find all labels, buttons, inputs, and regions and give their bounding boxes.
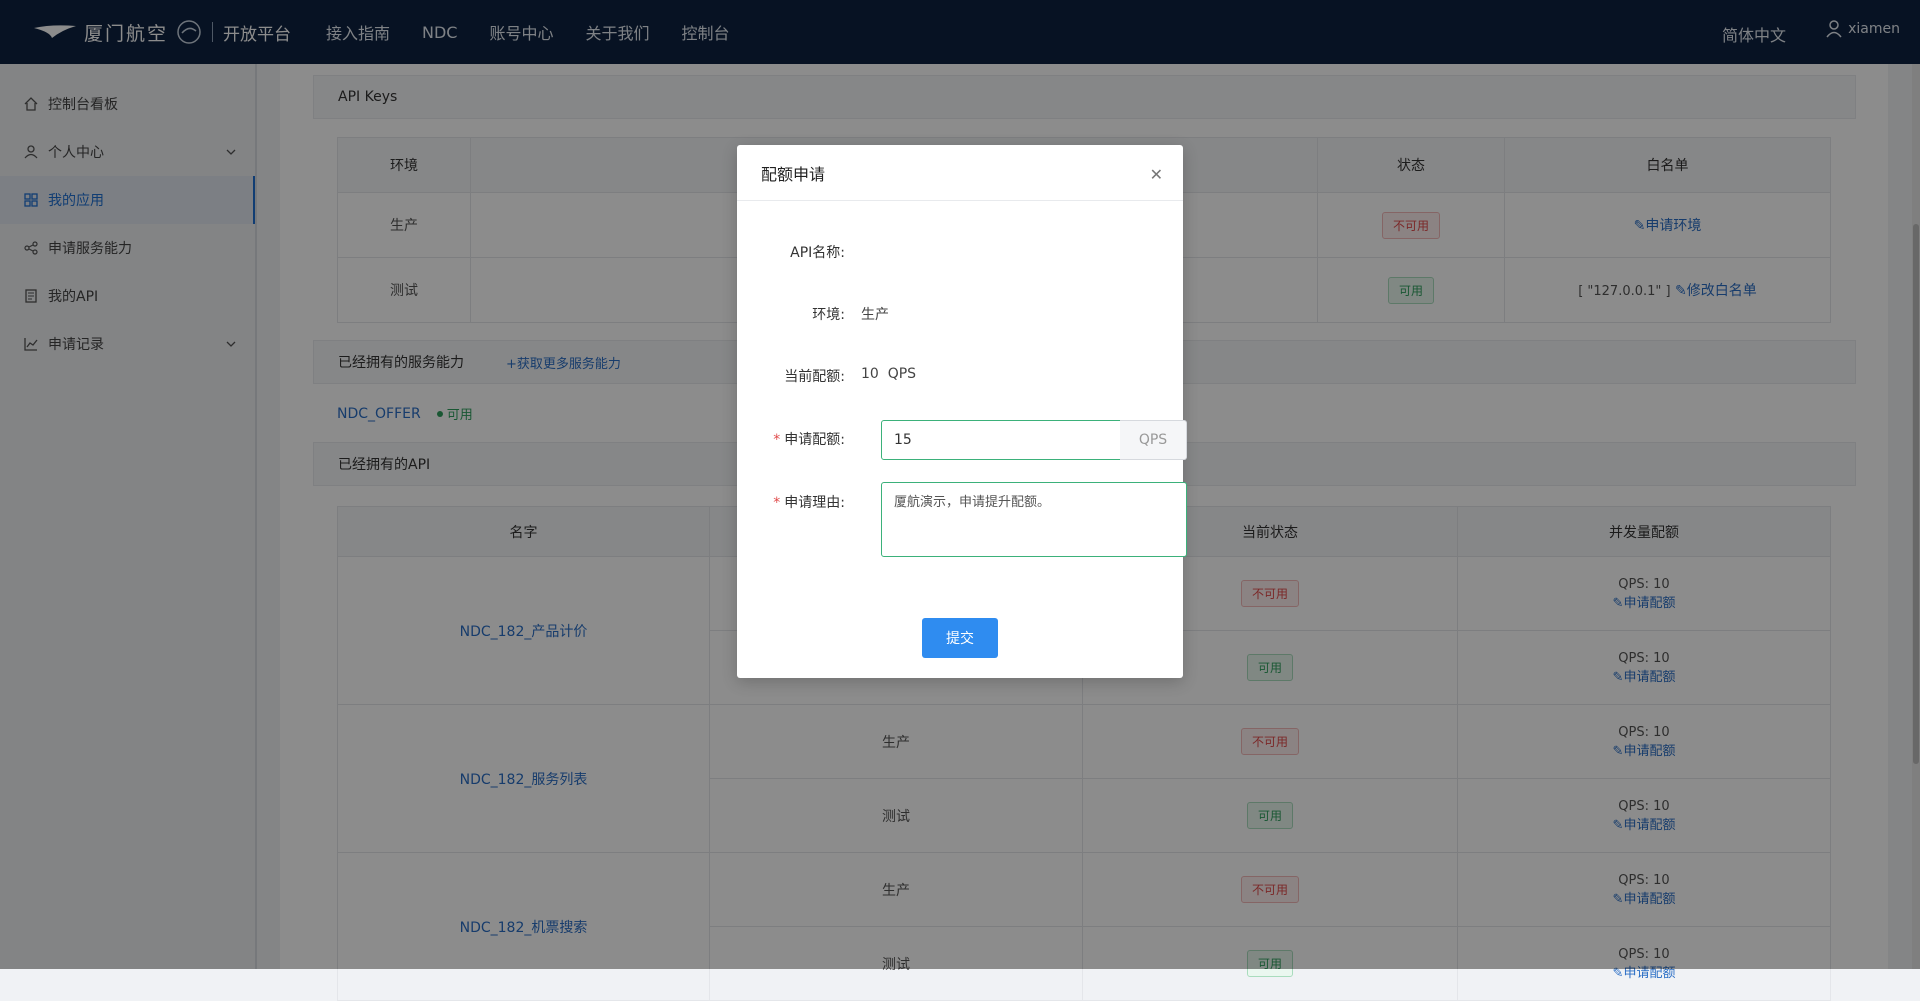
quota-input[interactable] bbox=[881, 420, 1121, 460]
reason-label-text: 申请理由: bbox=[784, 495, 845, 511]
required-mark: * bbox=[773, 432, 781, 448]
current-quota-value: 10 QPS bbox=[861, 366, 917, 382]
quota-unit: QPS bbox=[1120, 420, 1187, 460]
modal-title: 配额申请 bbox=[761, 164, 826, 184]
modal-header: 配额申请 ✕ bbox=[737, 145, 1183, 201]
current-quota-label: 当前配额: bbox=[784, 369, 845, 385]
request-quota-label: * 申请配额: bbox=[761, 420, 861, 449]
request-quota-label-text: 申请配额: bbox=[784, 432, 845, 448]
current-quota-row: 当前配额: 10 QPS bbox=[761, 366, 916, 386]
close-icon[interactable]: ✕ bbox=[1150, 165, 1163, 184]
quota-request-modal: 配额申请 ✕ API名称: 环境: 生产 当前配额: 10 QPS * 申请配额:… bbox=[737, 145, 1187, 678]
required-mark: * bbox=[773, 495, 781, 511]
reason-row: * 申请理由: 厦航演示，申请提升配额。 bbox=[761, 482, 1187, 557]
api-name-label: API名称: bbox=[790, 245, 845, 261]
reason-textarea[interactable]: 厦航演示，申请提升配额。 bbox=[881, 482, 1187, 557]
request-quota-row: *申请配额: QPS bbox=[761, 420, 1187, 460]
env-row: 环境: 生产 bbox=[761, 304, 889, 324]
env-label: 环境: bbox=[812, 307, 845, 323]
api-name-row: API名称: bbox=[761, 242, 861, 262]
reason-label: * 申请理由: bbox=[761, 482, 861, 512]
env-value: 生产 bbox=[861, 307, 889, 323]
submit-button[interactable]: 提交 bbox=[922, 618, 998, 658]
